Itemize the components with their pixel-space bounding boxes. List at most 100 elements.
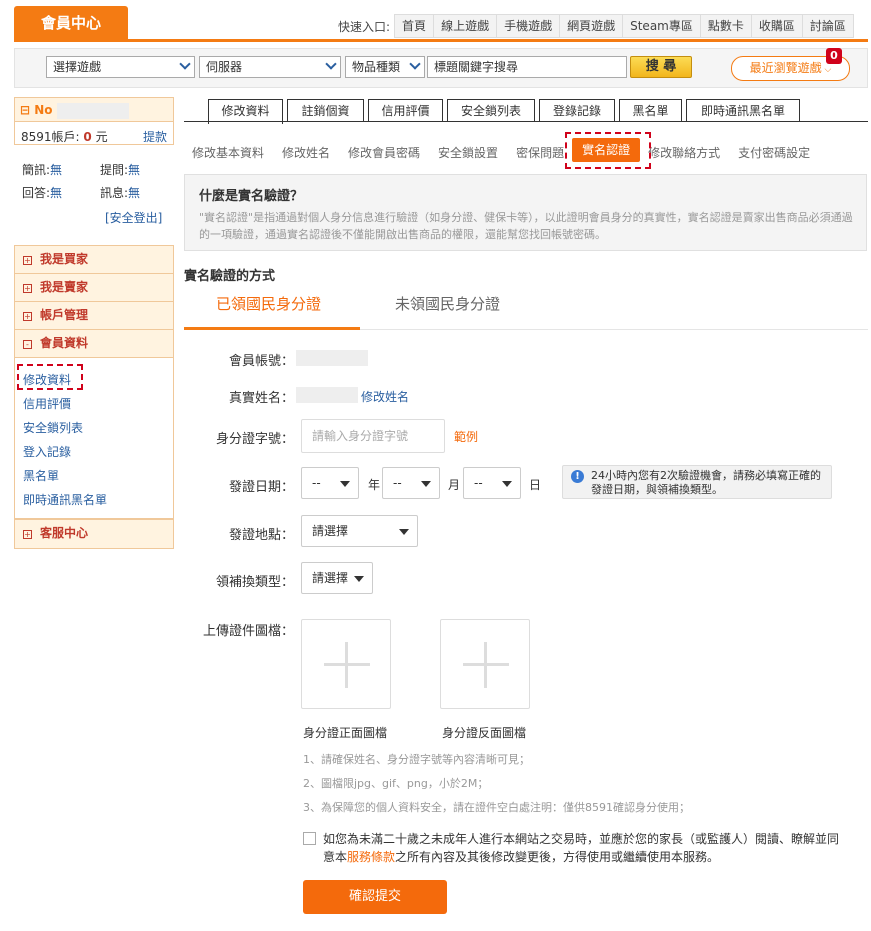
caret-down-icon [354, 576, 364, 582]
search-button[interactable]: 搜 尋 [630, 56, 692, 78]
upload-back[interactable] [440, 619, 530, 709]
quick-label: 快速入口: [338, 19, 391, 34]
tab-has-id[interactable]: 已領國民身分證 [216, 293, 321, 314]
issue-type-value: 請選擇 [312, 571, 349, 585]
sidebar-item-label: 我是買家 [40, 252, 89, 266]
terms-link[interactable]: 服務條款 [347, 850, 395, 864]
logout-link[interactable]: [安全登出] [105, 209, 162, 226]
plus-icon-vertical [484, 642, 487, 688]
quick-link-mobile[interactable]: 手機遊戲 [496, 15, 559, 37]
note-item: 2、圖檔限jpg、gif、png，小於2M； [303, 777, 489, 790]
sidebar-link-credit[interactable]: 信用評價 [23, 392, 107, 416]
account-value: 0 [83, 130, 92, 144]
tab-login-log[interactable]: 登錄記錄 [539, 99, 615, 122]
year-select[interactable]: -- [301, 467, 359, 499]
upload-front[interactable] [301, 619, 391, 709]
keyword-input[interactable]: 標題關鍵字搜尋 [427, 56, 627, 78]
user-no-label: No [34, 103, 53, 117]
quick-link-home[interactable]: 首頁 [395, 15, 433, 37]
stat-huida[interactable]: 回答:無 [22, 184, 62, 201]
quick-link-forum[interactable]: 討論區 [801, 15, 853, 37]
stat-xixi-value: 無 [128, 186, 141, 200]
subnav-lock[interactable]: 安全鎖設置 [438, 144, 498, 162]
day-select[interactable]: -- [463, 467, 521, 499]
quick-link-cards[interactable]: 點數卡 [699, 15, 751, 37]
withdraw-link[interactable]: 提款 [143, 128, 167, 145]
upload-notes: 1、請確保姓名、身分證字號等內容清晰可見； 2、圖檔限jpg、gif、png，小… [303, 748, 690, 820]
sidebar-item-label: 我是賣家 [40, 280, 89, 294]
chevron-down-icon [409, 58, 421, 70]
sidebar-item-service[interactable]: + 客服中心 [15, 520, 173, 548]
sidebar-item-label: 客服中心 [40, 526, 89, 540]
quick-link-online[interactable]: 線上遊戲 [433, 15, 496, 37]
stat-xixi[interactable]: 訊息:無 [100, 184, 140, 201]
subnav-name[interactable]: 修改姓名 [282, 144, 330, 162]
stat-huida-value: 無 [50, 186, 63, 200]
highlight-outline [565, 132, 651, 169]
month-select-value: -- [393, 476, 402, 490]
quick-link-web[interactable]: 網頁遊戲 [559, 15, 622, 37]
expand-icon: + [23, 256, 32, 265]
id-field-label: 身分證字號： [215, 432, 294, 447]
tab-cancel-data[interactable]: 註銷個資 [287, 99, 364, 122]
stat-tiwen[interactable]: 提問:無 [100, 161, 140, 178]
member-center-tab[interactable]: 會員中心 [14, 6, 128, 40]
agree-text-2: 之所有內容及其後修改變更後，方得使用或繼續使用本服務。 [395, 850, 720, 864]
tab-blacklist[interactable]: 黑名單 [619, 99, 682, 122]
account-unit: 元 [95, 130, 108, 144]
issue-place-value: 請選擇 [312, 524, 349, 538]
submit-button[interactable]: 確認提交 [303, 880, 447, 914]
note-item: 3、為保障您的個人資料安全，請在證件空白處注明：僅供8591確認身分使用； [303, 801, 690, 814]
tab-im-blacklist[interactable]: 即時通訊黑名單 [686, 99, 800, 122]
info-title: 什麼是實名驗證？ [199, 189, 304, 204]
subnav-security-question[interactable]: 密保問題 [516, 144, 564, 162]
note-item: 1、請確保姓名、身分證字號等內容清晰可見； [303, 753, 530, 766]
sidebar-item-buyer[interactable]: + 我是買家 [15, 246, 173, 274]
sidebar-link-login-log[interactable]: 登入記錄 [23, 440, 107, 464]
subnav-password[interactable]: 修改會員密碼 [348, 144, 420, 162]
issue-type-label: 領補換類型： [215, 575, 294, 590]
header-divider [14, 39, 868, 42]
sidebar-link-im-blacklist[interactable]: 即時通訊黑名單 [23, 488, 107, 512]
server-select[interactable]: 伺服器 [199, 56, 341, 78]
item-type-select[interactable]: 物品種類 [345, 56, 425, 78]
day-unit: 日 [529, 478, 542, 492]
game-select-value: 選擇遊戲 [53, 60, 102, 74]
subnav-pay-password[interactable]: 支付密碼設定 [738, 144, 810, 162]
account-balance: 8591帳戶: 0 元 [21, 128, 108, 145]
user-card: ⊟ No 8591帳戶: 0 元 提款 [14, 97, 174, 145]
subnav-contact[interactable]: 修改聯絡方式 [648, 144, 720, 162]
quick-link-steam[interactable]: Steam專區 [622, 15, 700, 37]
example-link[interactable]: 範例 [454, 428, 478, 445]
tab-divider [184, 121, 868, 122]
sidebar-item-account[interactable]: + 帳戶管理 [15, 302, 173, 330]
tab-security-locks[interactable]: 安全鎖列表 [447, 99, 535, 122]
issue-place-label: 發證地點： [228, 528, 294, 543]
sidebar-item-member[interactable]: - 會員資料 [15, 330, 173, 358]
issue-place-select[interactable]: 請選擇 [301, 515, 418, 547]
info-icon: ! [571, 470, 584, 483]
month-select[interactable]: -- [382, 467, 440, 499]
caret-down-icon [502, 481, 512, 487]
method-tab-indicator [184, 327, 360, 330]
tab-no-id[interactable]: 未領國民身分證 [395, 293, 500, 314]
quick-link-buyback[interactable]: 收購區 [750, 15, 802, 37]
game-select[interactable]: 選擇遊戲 [46, 56, 195, 78]
quick-links-bar: 快速入口: 首頁 線上遊戲 手機遊戲 網頁遊戲 Steam專區 點數卡 收購區 … [338, 14, 854, 38]
id-number-input[interactable]: 請輸入身分證字號 [301, 419, 445, 453]
sidebar-link-blacklist[interactable]: 黑名單 [23, 464, 107, 488]
stat-huida-label: 回答: [22, 186, 51, 200]
chevron-down-icon: ⌵ [821, 65, 832, 75]
tab-credit[interactable]: 信用評價 [368, 99, 443, 122]
stat-jianxun[interactable]: 簡訊:無 [22, 161, 62, 178]
account-label: 8591帳戶: [21, 130, 80, 144]
sidebar-item-seller[interactable]: + 我是賣家 [15, 274, 173, 302]
collapse-icon: - [23, 340, 32, 349]
item-type-value: 物品種類 [352, 60, 401, 74]
issue-type-select[interactable]: 請選擇 [301, 562, 373, 594]
expand-icon: + [23, 312, 32, 321]
attempts-tip: ! 24小時內您有2次驗證機會，請務必填寫正確的發證日期，與領補換類型。 [562, 465, 832, 499]
sidebar-link-security-locks[interactable]: 安全鎖列表 [23, 416, 107, 440]
edit-name-link[interactable]: 修改姓名 [361, 388, 409, 405]
subnav-basic[interactable]: 修改基本資料 [192, 144, 264, 162]
